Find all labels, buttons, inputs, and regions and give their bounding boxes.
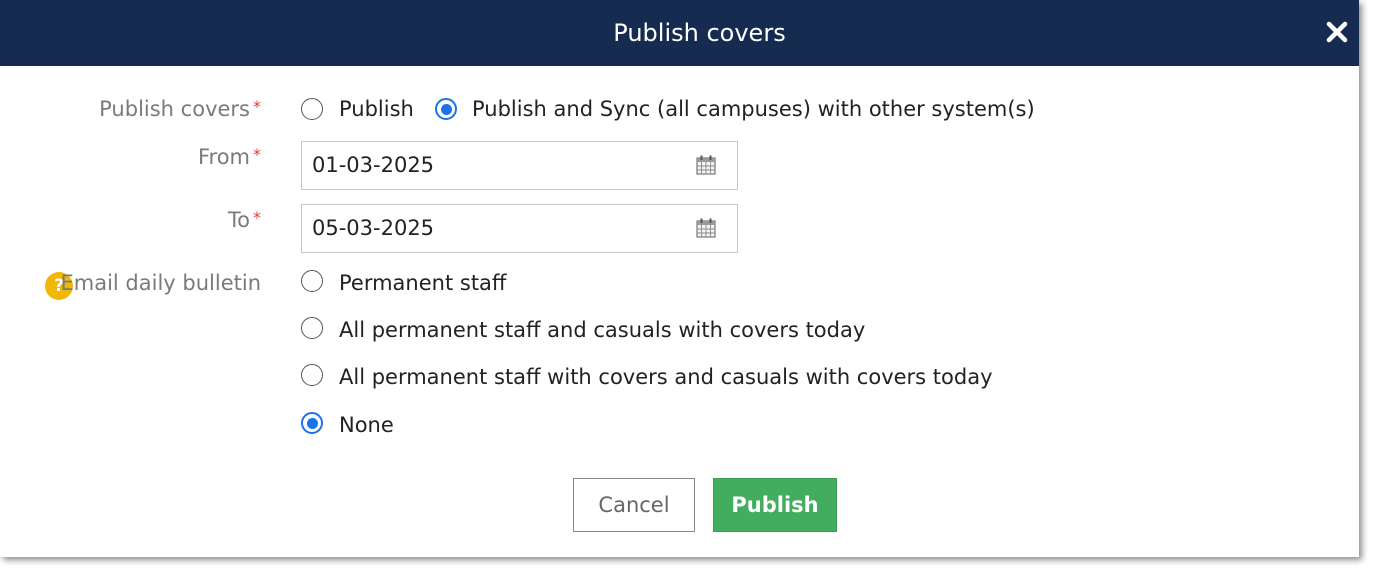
calendar-icon[interactable] [696, 155, 716, 175]
from-label: From * [198, 145, 261, 169]
publish-covers-label: Publish covers * [99, 97, 261, 121]
close-icon[interactable] [1325, 20, 1349, 44]
dialog-title: Publish covers [613, 19, 786, 47]
radio-publish-label[interactable]: Publish [339, 97, 414, 121]
radio-publish-and-sync[interactable] [435, 98, 457, 120]
required-mark: * [253, 208, 261, 227]
radio-permanent-staff-label[interactable]: Permanent staff [339, 271, 506, 295]
radio-permanent-with-covers-and-casuals-label[interactable]: All permanent staff with covers and casu… [339, 365, 993, 389]
radio-all-permanent-and-casuals[interactable] [301, 317, 323, 339]
from-date-field[interactable]: 01-03-2025 [301, 141, 738, 190]
email-bulletin-label: Email daily bulletin [60, 271, 261, 295]
from-date-value[interactable]: 01-03-2025 [312, 142, 434, 189]
to-date-value[interactable]: 05-03-2025 [312, 205, 434, 252]
calendar-icon[interactable] [696, 218, 716, 238]
required-mark: * [253, 97, 261, 116]
publish-covers-dialog: Publish covers Publish covers * Publish P… [0, 0, 1359, 557]
radio-permanent-staff[interactable] [301, 270, 323, 292]
required-mark: * [253, 145, 261, 164]
radio-publish-and-sync-label[interactable]: Publish and Sync (all campuses) with oth… [472, 97, 1035, 121]
dialog-header: Publish covers [0, 0, 1359, 66]
publish-covers-label-text: Publish covers [99, 97, 250, 121]
publish-button[interactable]: Publish [713, 478, 837, 532]
from-label-text: From [197, 145, 250, 169]
radio-all-permanent-and-casuals-label[interactable]: All permanent staff and casuals with cov… [339, 318, 865, 342]
to-label: To * [228, 208, 261, 232]
radio-none-label[interactable]: None [339, 413, 394, 437]
radio-publish[interactable] [301, 98, 323, 120]
to-date-field[interactable]: 05-03-2025 [301, 204, 738, 253]
to-label-text: To [227, 208, 250, 232]
cancel-button[interactable]: Cancel [573, 478, 695, 532]
radio-none[interactable] [301, 412, 323, 434]
radio-permanent-with-covers-and-casuals[interactable] [301, 364, 323, 386]
